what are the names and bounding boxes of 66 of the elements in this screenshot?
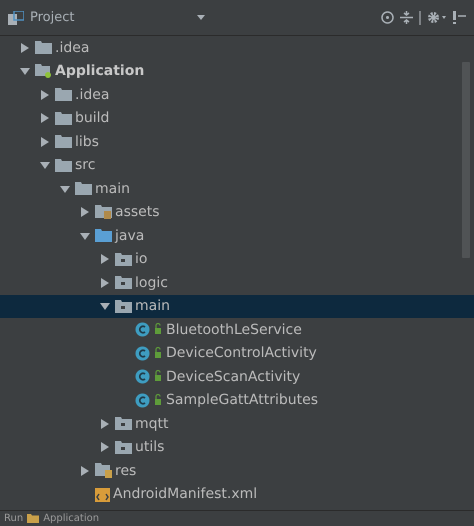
folder-icon	[35, 41, 52, 54]
collapse-icon[interactable]	[400, 11, 413, 24]
expanded-arrow-icon[interactable]	[20, 66, 30, 76]
folder-icon	[55, 88, 72, 102]
package-icon	[115, 417, 132, 430]
package-icon	[115, 440, 132, 454]
tree-item[interactable]: .idea	[0, 83, 474, 106]
tree-item[interactable]: main	[0, 294, 474, 318]
collapsed-arrow-icon[interactable]	[100, 254, 110, 264]
collapsed-arrow-icon[interactable]	[100, 418, 110, 429]
panel-title: Project	[30, 10, 74, 25]
source-folder-icon	[95, 229, 112, 242]
tree-item[interactable]: DeviceControlActivity	[0, 342, 474, 365]
resources-folder-icon	[95, 463, 112, 478]
xml-file-icon	[95, 486, 110, 502]
tree-item[interactable]: logic	[0, 271, 474, 294]
collapsed-arrow-icon[interactable]	[40, 113, 50, 124]
package-icon	[115, 252, 132, 266]
tree-item[interactable]: res	[0, 459, 474, 482]
class-icon	[135, 322, 163, 338]
collapsed-arrow-icon[interactable]	[100, 278, 110, 288]
collapsed-arrow-icon[interactable]	[40, 90, 50, 100]
target-icon[interactable]	[381, 11, 394, 24]
folder-icon	[55, 112, 72, 125]
class-icon	[135, 369, 163, 384]
collapsed-arrow-icon[interactable]	[80, 466, 90, 476]
tree-item[interactable]: build	[0, 106, 474, 130]
collapsed-arrow-icon[interactable]	[20, 42, 30, 53]
tree-item[interactable]: SampleGattAttributes	[0, 388, 474, 412]
divider-icon	[419, 10, 421, 24]
collapsed-arrow-icon[interactable]	[80, 207, 90, 218]
tree-item[interactable]: libs	[0, 130, 474, 154]
module-folder-icon	[35, 64, 52, 78]
expanded-arrow-icon[interactable]	[80, 230, 90, 241]
hide-panel-icon[interactable]	[453, 11, 466, 24]
tree-item[interactable]: assets	[0, 200, 474, 224]
package-icon	[115, 276, 132, 290]
expanded-arrow-icon[interactable]	[100, 301, 110, 312]
folder-icon	[75, 182, 92, 196]
collapsed-arrow-icon[interactable]	[40, 136, 50, 147]
tree-item[interactable]: utils	[0, 436, 474, 459]
expanded-arrow-icon[interactable]	[40, 160, 50, 170]
dropdown-caret-icon[interactable]	[197, 15, 205, 20]
class-icon	[135, 392, 163, 408]
class-icon	[135, 346, 163, 361]
collapsed-arrow-icon[interactable]	[100, 442, 110, 452]
tree-item[interactable]: main	[0, 177, 474, 200]
package-icon	[115, 300, 132, 313]
run-configuration[interactable]: Application	[43, 513, 100, 524]
tree-item[interactable]: .idea	[0, 36, 474, 60]
project-icon	[8, 10, 24, 24]
folder-icon	[55, 158, 72, 172]
tree-item[interactable]: DeviceScanActivity	[0, 365, 474, 388]
folder-icon	[55, 135, 72, 148]
tree-item[interactable]: Application	[0, 60, 474, 83]
run-label[interactable]: Run	[4, 513, 24, 524]
tree-item[interactable]: src	[0, 154, 474, 177]
tree-item[interactable]: BluetoothLeService	[0, 318, 474, 342]
expanded-arrow-icon[interactable]	[60, 184, 70, 194]
tree-item[interactable]: mqtt	[0, 412, 474, 436]
settings-icon[interactable]	[427, 11, 447, 24]
assets-folder-icon	[95, 205, 112, 220]
folder-icon	[27, 514, 40, 523]
tree-item[interactable]: AndroidManifest.xml	[0, 482, 474, 506]
tree-item[interactable]: java	[0, 224, 474, 248]
tree-item[interactable]: io	[0, 248, 474, 271]
